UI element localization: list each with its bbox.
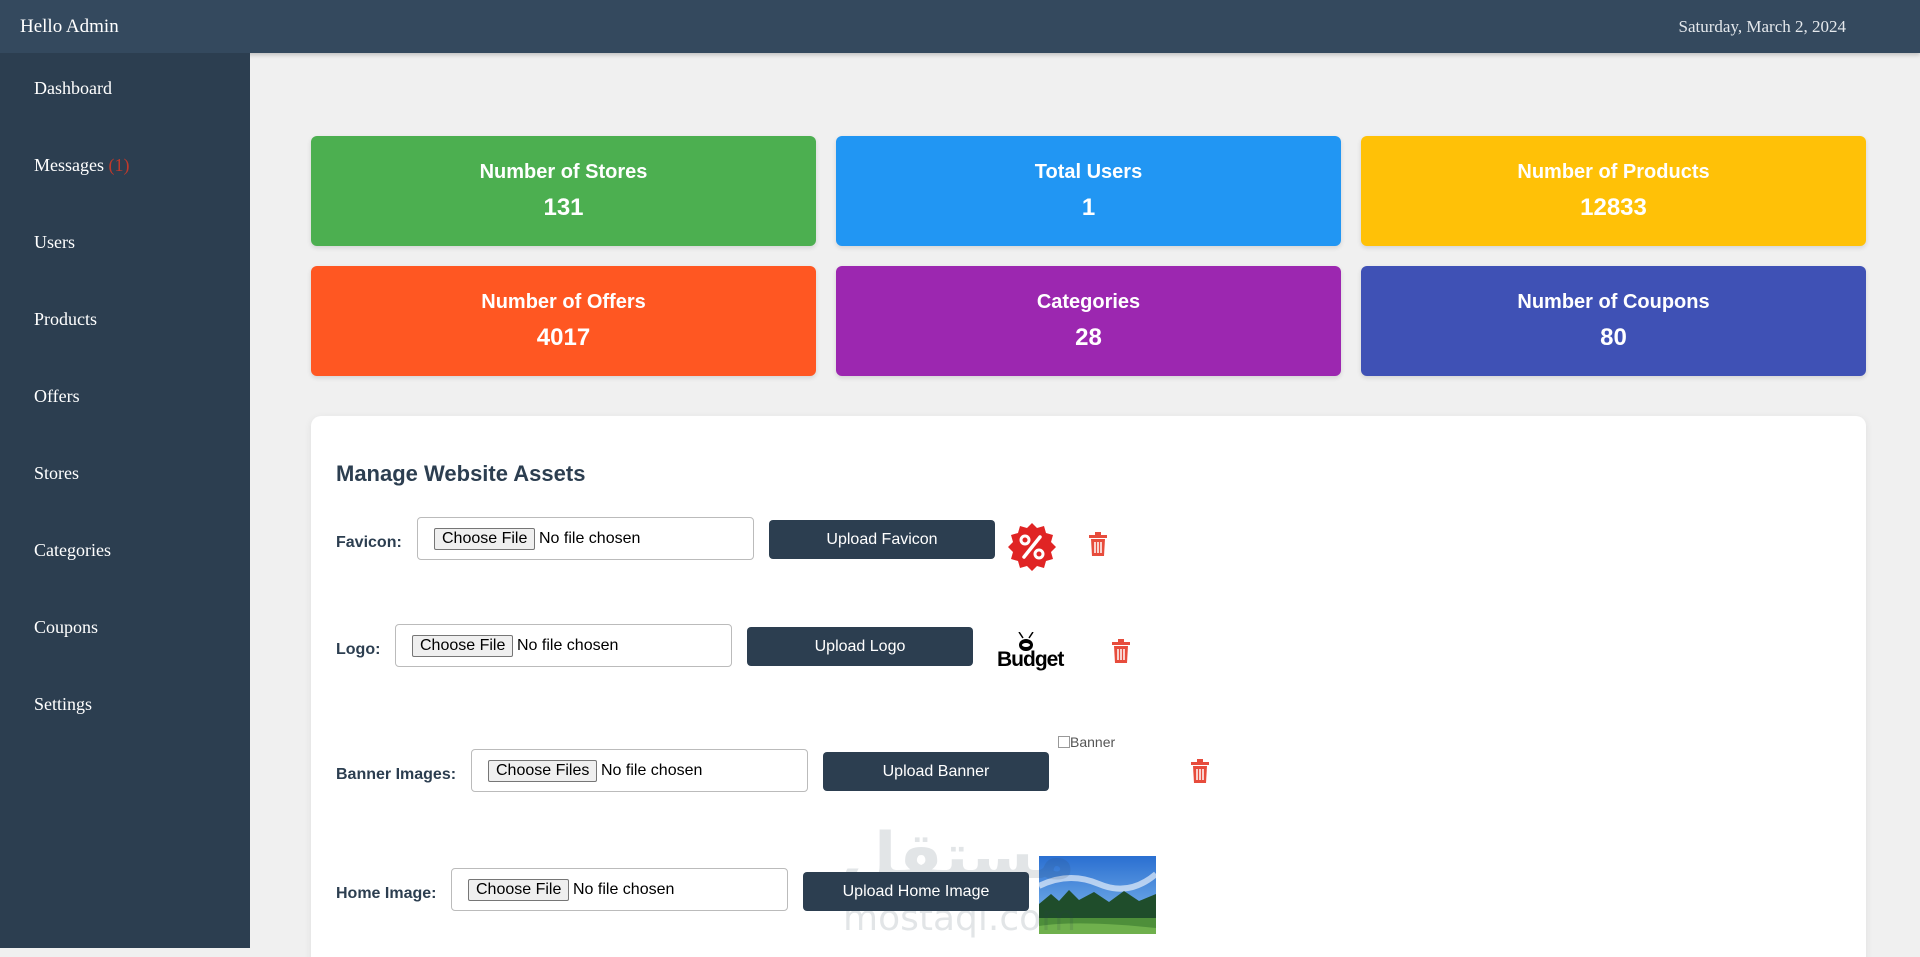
broken-image-icon	[1058, 736, 1070, 748]
sidebar-item-label: Coupons	[34, 617, 99, 637]
choose-file-button[interactable]: Choose File	[434, 528, 536, 550]
stat-card-title: Categories	[1036, 291, 1141, 313]
stat-card-title: Number of Offers	[481, 291, 646, 313]
sidebar-item-coupons[interactable]: Coupons	[34, 617, 98, 638]
sidebar-item-label: Categories	[34, 540, 111, 560]
sidebar-item-label: Products	[34, 309, 97, 329]
upload-favicon-button[interactable]: Upload Favicon	[769, 520, 995, 559]
file-status: No file chosen	[573, 881, 675, 898]
sidebar-item-label: Offers	[34, 386, 80, 406]
logo-file-input[interactable]: Choose File No file chosen	[395, 624, 732, 667]
sidebar: Dashboard Messages (1) Users Products Of…	[0, 53, 250, 948]
stat-card-title: Number of Coupons	[1517, 291, 1710, 313]
sidebar-item-label: Dashboard	[34, 78, 112, 98]
upload-logo-button[interactable]: Upload Logo	[747, 627, 973, 666]
choose-files-button[interactable]: Choose Files	[488, 760, 598, 782]
stat-card-coupons: Number of Coupons 80	[1361, 266, 1866, 376]
stat-card-title: Number of Products	[1517, 161, 1710, 183]
stat-card-categories: Categories 28	[836, 266, 1341, 376]
banner-file-input[interactable]: Choose Files No file chosen	[471, 749, 808, 792]
stat-card-value: 28	[1075, 324, 1102, 351]
sidebar-item-products[interactable]: Products	[34, 309, 97, 330]
sidebar-item-label: Messages	[34, 155, 104, 175]
stat-card-users: Total Users 1	[836, 136, 1341, 246]
sidebar-item-users[interactable]: Users	[34, 232, 75, 253]
logo-label: Logo:	[336, 641, 381, 658]
sidebar-item-stores[interactable]: Stores	[34, 463, 79, 484]
sidebar-item-label: Stores	[34, 463, 79, 483]
file-status: No file chosen	[539, 530, 641, 547]
stat-card-value: 131	[543, 194, 584, 221]
choose-file-button[interactable]: Choose File	[412, 635, 514, 657]
logo-text: Budget	[997, 648, 1064, 671]
favicon-label: Favicon:	[336, 534, 402, 551]
stat-card-value: 80	[1600, 324, 1627, 351]
stat-card-title: Number of Stores	[479, 161, 648, 183]
panel-title: Manage Website Assets	[336, 461, 586, 486]
sidebar-item-settings[interactable]: Settings	[34, 694, 92, 715]
sidebar-item-dashboard[interactable]: Dashboard	[34, 78, 112, 99]
banner-alt-text: Banner	[1070, 734, 1116, 750]
banner-images-label: Banner Images:	[336, 766, 457, 783]
messages-count-badge: (1)	[108, 155, 130, 175]
stat-card-stores: Number of Stores 131	[311, 136, 816, 246]
favicon-file-input[interactable]: Choose File No file chosen	[417, 517, 754, 560]
stat-card-title: Total Users	[1034, 161, 1143, 183]
banner-image-broken: Banner	[1058, 734, 1115, 750]
delete-logo-trash-icon[interactable]	[1109, 639, 1133, 665]
top-bar: Hello Admin Saturday, March 2, 2024	[0, 0, 1920, 53]
sidebar-item-label: Settings	[34, 694, 93, 714]
file-status: No file chosen	[601, 762, 703, 779]
home-image-label: Home Image:	[336, 885, 437, 902]
current-date: Saturday, March 2, 2024	[1678, 17, 1846, 36]
sidebar-item-messages[interactable]: Messages (1)	[34, 155, 130, 176]
delete-favicon-trash-icon[interactable]	[1086, 532, 1110, 558]
percent-badge-icon	[1008, 523, 1056, 571]
delete-banner-trash-icon[interactable]	[1188, 759, 1212, 785]
greeting-text: Hello Admin	[20, 16, 119, 37]
upload-home-image-button[interactable]: Upload Home Image	[803, 872, 1029, 911]
budget-logo-image: Budget	[997, 631, 1064, 672]
sidebar-item-categories[interactable]: Categories	[34, 540, 111, 561]
sidebar-item-label: Users	[34, 232, 75, 252]
home-image-file-input[interactable]: Choose File No file chosen	[451, 868, 788, 911]
upload-banner-button[interactable]: Upload Banner	[823, 752, 1049, 791]
home-landscape-image	[1039, 856, 1156, 934]
stat-card-value: 1	[1081, 194, 1096, 221]
stat-card-products: Number of Products 12833	[1361, 136, 1866, 246]
file-status: No file chosen	[517, 637, 619, 654]
stat-card-value: 4017	[536, 324, 591, 351]
manage-assets-panel: Manage Website Assets Favicon: Choose Fi…	[311, 416, 1866, 957]
sidebar-item-offers[interactable]: Offers	[34, 386, 80, 407]
stat-card-offers: Number of Offers 4017	[311, 266, 816, 376]
choose-file-button[interactable]: Choose File	[468, 879, 570, 901]
stat-card-value: 12833	[1580, 194, 1647, 221]
